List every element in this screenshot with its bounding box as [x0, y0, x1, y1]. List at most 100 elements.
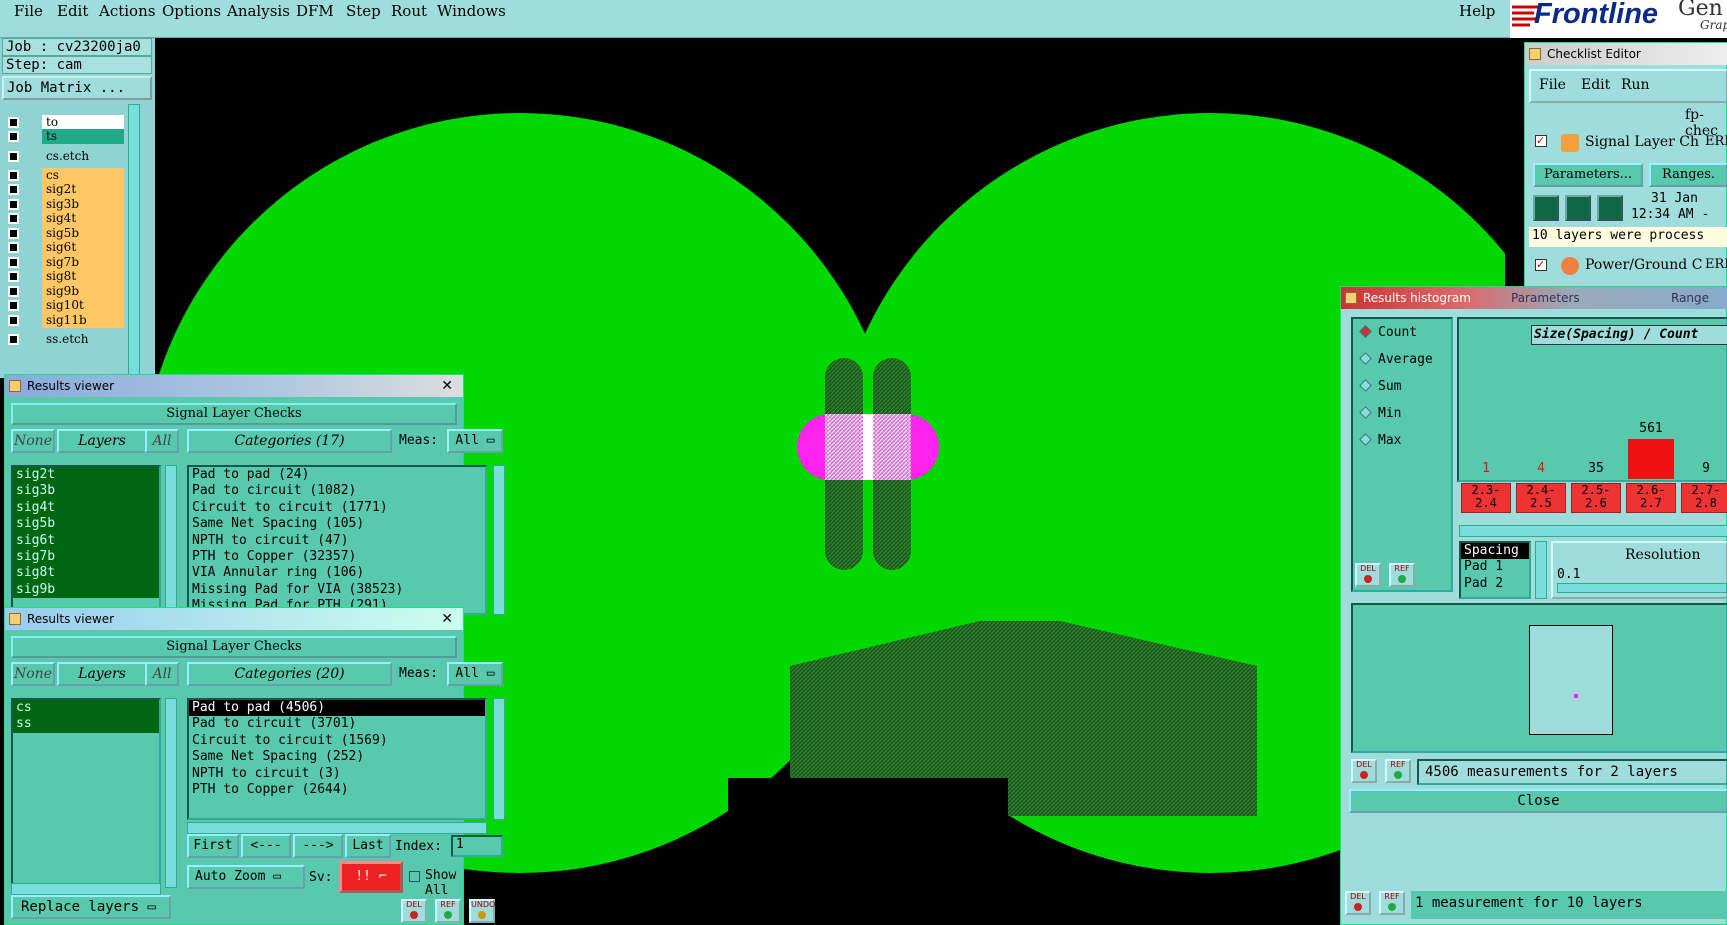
item2-checkbox[interactable]: ✓ [1535, 259, 1547, 271]
list-item[interactable]: Pad 2 [1461, 576, 1529, 592]
viewer2-meas-dropdown[interactable]: All ▭ [447, 662, 503, 686]
viewer1-layer-scrollbar[interactable] [165, 465, 177, 615]
viewer2-titlebar[interactable]: Results viewer ✕ [5, 608, 463, 630]
checklist-titlebar[interactable]: Checklist Editor [1525, 43, 1727, 65]
list-item[interactable]: ss [13, 716, 159, 733]
list-item[interactable]: sig7b [13, 548, 159, 566]
list-item[interactable]: Same Net Spacing (252) [189, 749, 485, 765]
list-item[interactable]: Pad to circuit (3701) [189, 716, 485, 732]
menu-options[interactable]: Options [162, 2, 221, 20]
menu-help[interactable]: Help [1459, 2, 1495, 20]
replace-layers-dropdown[interactable]: Replace layers ▭ [11, 895, 171, 919]
layer-checkbox[interactable] [8, 242, 19, 253]
item1-label[interactable]: Signal Layer Ch [1585, 134, 1699, 150]
histogram-bin-label[interactable]: 2.3- 2.4 [1461, 483, 1511, 513]
layer-row-sig11b[interactable]: sig11b [6, 313, 124, 328]
layer-checkbox[interactable] [8, 131, 19, 142]
del-button[interactable]: DEL [401, 899, 427, 923]
layer-row-sig5b[interactable]: sig5b [6, 226, 124, 241]
option-count[interactable]: Count [1359, 325, 1417, 340]
viewer2-none-button[interactable]: None [11, 662, 55, 686]
layer-checkbox[interactable] [8, 257, 19, 268]
layer-row-sig2t[interactable]: sig2t [6, 182, 124, 197]
last-button[interactable]: Last [345, 834, 391, 858]
option-sum[interactable]: Sum [1359, 379, 1401, 394]
viewer2-category-list[interactable]: Pad to pad (4506) Pad to circuit (3701) Ci… [187, 698, 487, 820]
close-icon[interactable]: ✕ [441, 608, 453, 630]
layer-checkbox[interactable] [8, 228, 19, 239]
menu-rout[interactable]: Rout [391, 2, 427, 20]
list-item[interactable]: PTH to Copper (32357) [189, 549, 485, 565]
viewer1-all-button[interactable]: All [145, 429, 179, 453]
list-item[interactable]: sig4t [13, 499, 159, 517]
menu-analysis[interactable]: Analysis [227, 2, 290, 20]
parameters-button[interactable]: Parameters... [1533, 163, 1643, 187]
undo-button[interactable]: UNDO [469, 899, 495, 923]
next-button[interactable]: ---> [293, 834, 343, 858]
histogram-bin-label[interactable]: 2.4- 2.5 [1516, 483, 1566, 513]
layer-row-sig3b[interactable]: sig3b [6, 197, 124, 212]
histogram-bar[interactable] [1683, 477, 1727, 479]
layer-row-sig8t[interactable]: sig8t [6, 269, 124, 284]
viewer1-categories-button[interactable]: Categories (17) [187, 429, 392, 453]
option-min[interactable]: Min [1359, 406, 1401, 421]
layer-row-to[interactable]: to [6, 115, 124, 130]
run-icon-3[interactable] [1597, 195, 1623, 221]
close-button[interactable]: Close [1349, 789, 1727, 813]
option-max[interactable]: Max [1359, 433, 1401, 448]
histogram-ref-button[interactable]: REF [1389, 563, 1415, 587]
histogram-bar[interactable] [1573, 477, 1619, 479]
list-item[interactable]: cs [13, 700, 159, 717]
layer-checkbox[interactable] [8, 315, 19, 326]
list-item[interactable]: VIA Annular ring (106) [189, 565, 485, 581]
viewer1-none-button[interactable]: None [11, 429, 55, 453]
menu-actions[interactable]: Actions [99, 2, 155, 20]
layer-scrollbar[interactable] [128, 104, 140, 376]
checklist-menu-file[interactable]: File [1539, 77, 1566, 93]
list-item[interactable]: Pad to circuit (1082) [189, 483, 485, 499]
menu-file[interactable]: File [14, 2, 43, 20]
list-item[interactable]: sig8t [13, 565, 159, 582]
viewer2-layers-button[interactable]: Layers [57, 662, 147, 686]
list-item[interactable]: NPTH to circuit (3) [189, 766, 485, 782]
measure-list[interactable]: Spacing Pad 1 Pad 2 [1459, 541, 1531, 599]
list-item[interactable]: Pad to pad (4506) [189, 700, 485, 717]
layer-row-sig9b[interactable]: sig9b [6, 284, 124, 299]
zoom-dropdown[interactable]: Auto Zoom ▭ [187, 865, 305, 889]
list-item[interactable]: Pad to pad (24) [189, 467, 485, 483]
histogram-titlebar[interactable]: Results histogram Parameters Range [1341, 287, 1727, 309]
layer-checkbox[interactable] [8, 213, 19, 224]
layer-checkbox[interactable] [8, 170, 19, 181]
layer-row-cs[interactable]: cs [6, 168, 124, 183]
list-item[interactable]: Pad 1 [1461, 559, 1529, 575]
layer-row-cs.etch[interactable]: cs.etch [6, 149, 124, 164]
list-item[interactable]: Circuit to circuit (1569) [189, 733, 485, 749]
layer-checkbox[interactable] [8, 151, 19, 162]
resolution-slider[interactable] [1557, 583, 1727, 593]
viewer2-layer-scrollbar[interactable] [165, 698, 177, 888]
menu-windows[interactable]: Windows [437, 2, 506, 20]
list-item[interactable]: Circuit to circuit (1771) [189, 500, 485, 516]
histogram-bin-label[interactable]: 2.6- 2.7 [1626, 483, 1676, 513]
histogram-bin-label[interactable]: 2.7- 2.8 [1681, 483, 1727, 513]
layer-checkbox[interactable] [8, 271, 19, 282]
first-button[interactable]: First [187, 834, 239, 858]
viewer2-all-button[interactable]: All [145, 662, 179, 686]
histogram-bar[interactable] [1628, 439, 1674, 479]
menu-step[interactable]: Step [346, 2, 381, 20]
layer-checkbox[interactable] [8, 334, 19, 345]
viewer1-layer-list[interactable]: sig2t sig3b sig4t sig5b sig6t sig7b sig8t sig9b [11, 465, 161, 615]
viewer1-meas-dropdown[interactable]: All ▭ [447, 429, 503, 453]
severity-dropdown[interactable]: !! ⌐ [339, 861, 403, 893]
preview-ref-button[interactable]: REF [1385, 759, 1411, 783]
viewer2-category-hscroll[interactable] [187, 822, 487, 834]
run-icon-1[interactable] [1533, 195, 1559, 221]
layer-checkbox[interactable] [8, 184, 19, 195]
option-average[interactable]: Average [1359, 352, 1433, 367]
layer-checkbox[interactable] [8, 300, 19, 311]
list-item[interactable]: sig3b [13, 483, 159, 500]
bottom-del-button[interactable]: DEL [1345, 891, 1371, 915]
histogram-hscroll[interactable] [1459, 525, 1727, 537]
list-item[interactable]: sig5b [13, 516, 159, 533]
list-item[interactable]: sig9b [13, 581, 159, 599]
